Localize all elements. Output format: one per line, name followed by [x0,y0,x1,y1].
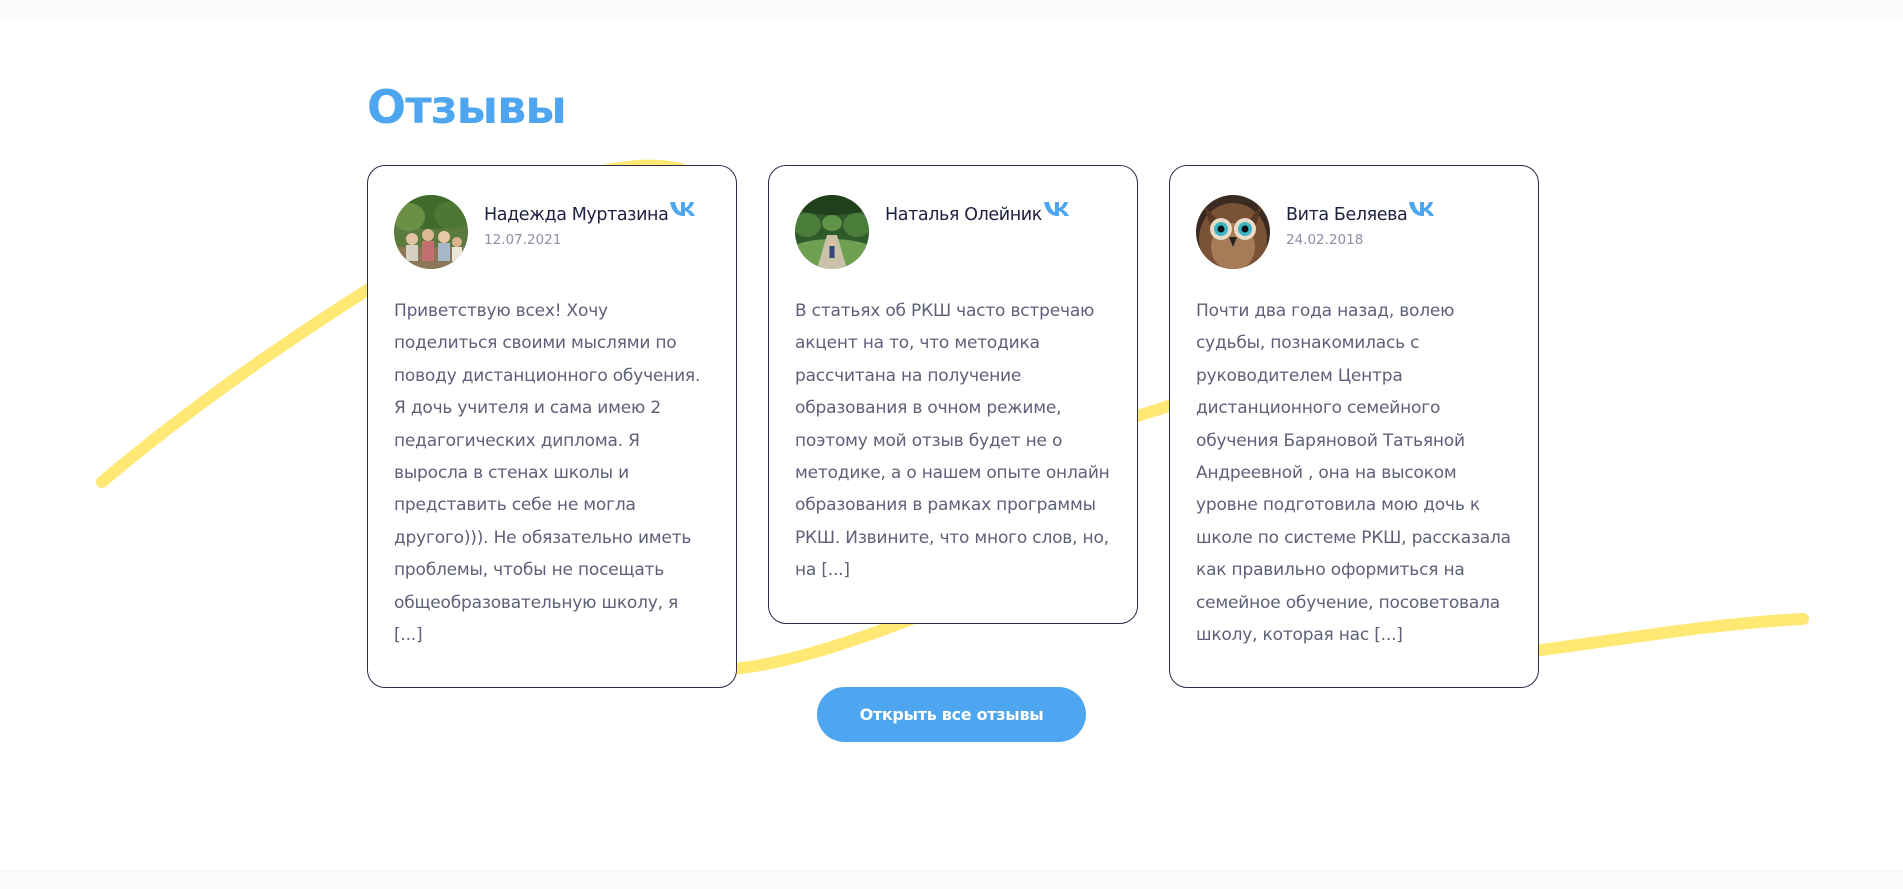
vk-icon[interactable] [1408,199,1439,219]
review-author-name: Вита Беляева [1286,205,1408,225]
review-text: Приветствую всех! Хочу поделиться своими… [394,301,701,646]
review-header: Надежда Муртазина 12.07.2021 [394,195,710,269]
review-header: Наталья Олейник [795,195,1111,269]
vk-icon[interactable] [1043,199,1074,219]
review-meta: Вита Беляева 24.02.2018 [1286,195,1439,249]
review-header: Вита Беляева 24.02.2018 [1196,195,1512,269]
vk-icon[interactable] [669,199,700,219]
review-author-row: Наталья Олейник [885,202,1074,227]
review-card: Вита Беляева 24.02.2018 Почти два года н… [1169,165,1539,689]
section-title: Отзывы [367,80,567,134]
review-meta: Надежда Муртазина 12.07.2021 [484,195,700,249]
review-date: 12.07.2021 [484,232,562,248]
reviews-section: Отзывы Надежда Муртазина 12.07.2021 Прив… [0,19,1903,870]
open-all-reviews-button[interactable]: Открыть все отзывы [817,687,1086,742]
owl-photo-avatar [1196,195,1270,269]
review-author-name: Наталья Олейник [885,205,1042,225]
family-photo-avatar [394,195,468,269]
review-author-row: Надежда Муртазина [484,202,700,227]
review-text: Почти два года назад, волею судьбы, позн… [1196,301,1511,646]
review-author-row: Вита Беляева [1286,202,1439,227]
review-date: 24.02.2018 [1286,232,1364,248]
garden-photo-avatar [795,195,869,269]
reviews-list: Надежда Муртазина 12.07.2021 Приветствую… [367,165,1539,689]
review-card: Наталья Олейник В статьях об РКШ часто в… [768,165,1138,624]
review-meta: Наталья Олейник [885,195,1074,231]
review-card: Надежда Муртазина 12.07.2021 Приветствую… [367,165,737,689]
review-author-name: Надежда Муртазина [484,205,669,225]
review-text: В статьях об РКШ часто встречаю акцент н… [795,301,1110,581]
